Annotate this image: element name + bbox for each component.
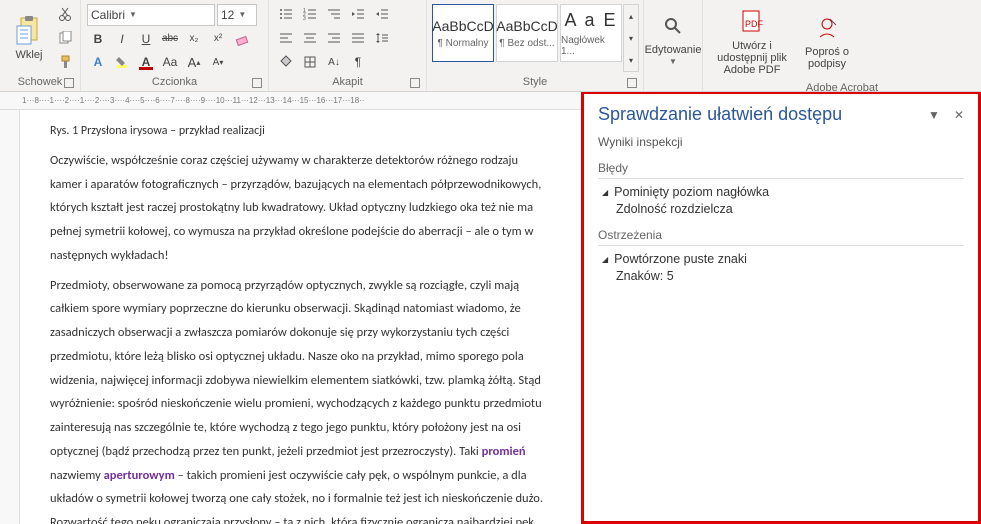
font-group: Calibri▼ 12▼ B I U abc x₂ x² A A Aa A▴ A… bbox=[81, 0, 269, 91]
grow-font-button[interactable]: A▴ bbox=[183, 52, 205, 72]
create-pdf-button[interactable]: PDF Utwórz i udostępnij plik Adobe PDF bbox=[707, 2, 797, 80]
decrease-indent-button[interactable] bbox=[347, 4, 369, 24]
strike-button[interactable]: abc bbox=[159, 29, 181, 49]
line-spacing-button[interactable] bbox=[371, 28, 393, 48]
request-sign-button[interactable]: Poproś o podpisy bbox=[797, 2, 857, 80]
format-painter-button[interactable] bbox=[54, 52, 76, 72]
paragraph-group: 123 A↓ ¶ Akapit bbox=[269, 0, 427, 91]
page-content[interactable]: Rys. 1 Przysłona irysowa – przykład real… bbox=[30, 110, 571, 524]
workspace: 1···8····1····2····1····2····3····4····5… bbox=[0, 92, 981, 524]
subscript-button[interactable]: x₂ bbox=[183, 29, 205, 49]
paragraph-label: Akapit bbox=[332, 76, 363, 88]
style-nospacing[interactable]: AaBbCcD¶ Bez odst... bbox=[496, 4, 558, 62]
error-subitem[interactable]: Zdolność rozdzielcza bbox=[616, 202, 964, 216]
editing-button[interactable]: Edytowanie ▼ bbox=[648, 2, 698, 74]
paragraph-1: Oczywiście, współcześnie coraz częściej … bbox=[50, 149, 551, 268]
paragraph-2: Przedmioty, obserwowane za pomocą przyrz… bbox=[50, 274, 551, 524]
align-center-button[interactable] bbox=[299, 28, 321, 48]
styles-label: Style bbox=[523, 76, 547, 88]
bullets-button[interactable] bbox=[275, 4, 297, 24]
panel-title: Sprawdzanie ułatwień dostępu bbox=[598, 104, 842, 125]
text-effects-button[interactable]: A bbox=[87, 52, 109, 72]
editing-group: Edytowanie ▼ bbox=[644, 0, 703, 91]
accessibility-panel-highlight: Sprawdzanie ułatwień dostępu ▼ ✕ Wyniki … bbox=[581, 92, 981, 524]
sort-button[interactable]: A↓ bbox=[323, 52, 345, 72]
panel-close-button[interactable]: ✕ bbox=[954, 108, 964, 122]
svg-text:3: 3 bbox=[303, 16, 306, 20]
request-sign-label: Poproś o podpisy bbox=[799, 46, 855, 70]
styles-launcher[interactable] bbox=[627, 78, 637, 88]
font-size-combo[interactable]: 12▼ bbox=[217, 4, 257, 26]
styles-group: AaBbCcD¶ Normalny AaBbCcD¶ Bez odst... A… bbox=[427, 0, 644, 91]
change-case-button[interactable]: Aa bbox=[159, 52, 181, 72]
font-name-combo[interactable]: Calibri▼ bbox=[87, 4, 215, 26]
document-area: 1···8····1····2····1····2····3····4····5… bbox=[0, 92, 581, 524]
paragraph-launcher[interactable] bbox=[410, 78, 420, 88]
numbering-button[interactable]: 123 bbox=[299, 4, 321, 24]
shading-button[interactable] bbox=[275, 52, 297, 72]
font-launcher[interactable] bbox=[252, 78, 262, 88]
warnings-heading: Ostrzeżenia bbox=[598, 228, 964, 246]
clipboard-launcher[interactable] bbox=[64, 78, 74, 88]
warning-item[interactable]: Powtórzone puste znaki bbox=[602, 252, 964, 266]
panel-menu-button[interactable]: ▼ bbox=[928, 108, 940, 122]
italic-button[interactable]: I bbox=[111, 29, 133, 49]
pdf-icon: PDF bbox=[736, 6, 768, 38]
multilevel-button[interactable] bbox=[323, 4, 345, 24]
highlight-button[interactable] bbox=[111, 52, 133, 72]
underline-button[interactable]: U bbox=[135, 29, 157, 49]
error-item[interactable]: Pominięty poziom nagłówka bbox=[602, 185, 964, 199]
shrink-font-button[interactable]: A▾ bbox=[207, 52, 229, 72]
svg-text:PDF: PDF bbox=[745, 19, 764, 29]
term-aperturowym: aperturowym bbox=[104, 468, 175, 483]
borders-button[interactable] bbox=[299, 52, 321, 72]
show-marks-button[interactable]: ¶ bbox=[347, 52, 369, 72]
editing-label: Edytowanie bbox=[645, 44, 702, 56]
style-heading1[interactable]: A a ENagłówek 1... bbox=[560, 4, 622, 62]
create-pdf-label: Utwórz i udostępnij plik Adobe PDF bbox=[709, 40, 795, 76]
vertical-ruler[interactable] bbox=[0, 110, 20, 524]
align-left-button[interactable] bbox=[275, 28, 297, 48]
increase-indent-button[interactable] bbox=[371, 4, 393, 24]
find-icon bbox=[657, 10, 689, 42]
justify-button[interactable] bbox=[347, 28, 369, 48]
font-label: Czcionka bbox=[152, 76, 197, 88]
styles-scroll[interactable]: ▴▾▾ bbox=[623, 4, 639, 72]
superscript-button[interactable]: x² bbox=[207, 29, 229, 49]
warning-subitem[interactable]: Znaków: 5 bbox=[616, 269, 964, 283]
paste-button[interactable]: Wklej bbox=[4, 2, 54, 74]
align-right-button[interactable] bbox=[323, 28, 345, 48]
horizontal-ruler[interactable]: 1···8····1····2····1····2····3····4····5… bbox=[0, 92, 581, 110]
paste-label: Wklej bbox=[16, 49, 43, 61]
chevron-down-icon: ▼ bbox=[238, 10, 246, 19]
font-color-button[interactable]: A bbox=[135, 52, 157, 72]
copy-button[interactable] bbox=[54, 28, 76, 48]
chevron-down-icon: ▼ bbox=[129, 10, 137, 19]
cut-button[interactable] bbox=[54, 4, 76, 24]
clear-format-button[interactable] bbox=[231, 29, 253, 49]
accessibility-panel: Sprawdzanie ułatwień dostępu ▼ ✕ Wyniki … bbox=[584, 94, 978, 297]
figure-caption: Rys. 1 Przysłona irysowa – przykład real… bbox=[50, 120, 551, 143]
ribbon: Wklej Schowek Calibri▼ 12▼ B I U abc x₂ … bbox=[0, 0, 981, 92]
errors-heading: Błędy bbox=[598, 161, 964, 179]
style-normal[interactable]: AaBbCcD¶ Normalny bbox=[432, 4, 494, 62]
sign-icon bbox=[811, 12, 843, 44]
results-heading: Wyniki inspekcji bbox=[598, 135, 964, 149]
acrobat-group: PDF Utwórz i udostępnij plik Adobe PDF P… bbox=[703, 0, 981, 91]
bold-button[interactable]: B bbox=[87, 29, 109, 49]
clipboard-label: Schowek bbox=[18, 76, 63, 88]
term-promien: promień bbox=[482, 444, 526, 459]
clipboard-group: Wklej Schowek bbox=[0, 0, 81, 91]
paste-icon bbox=[13, 15, 45, 47]
